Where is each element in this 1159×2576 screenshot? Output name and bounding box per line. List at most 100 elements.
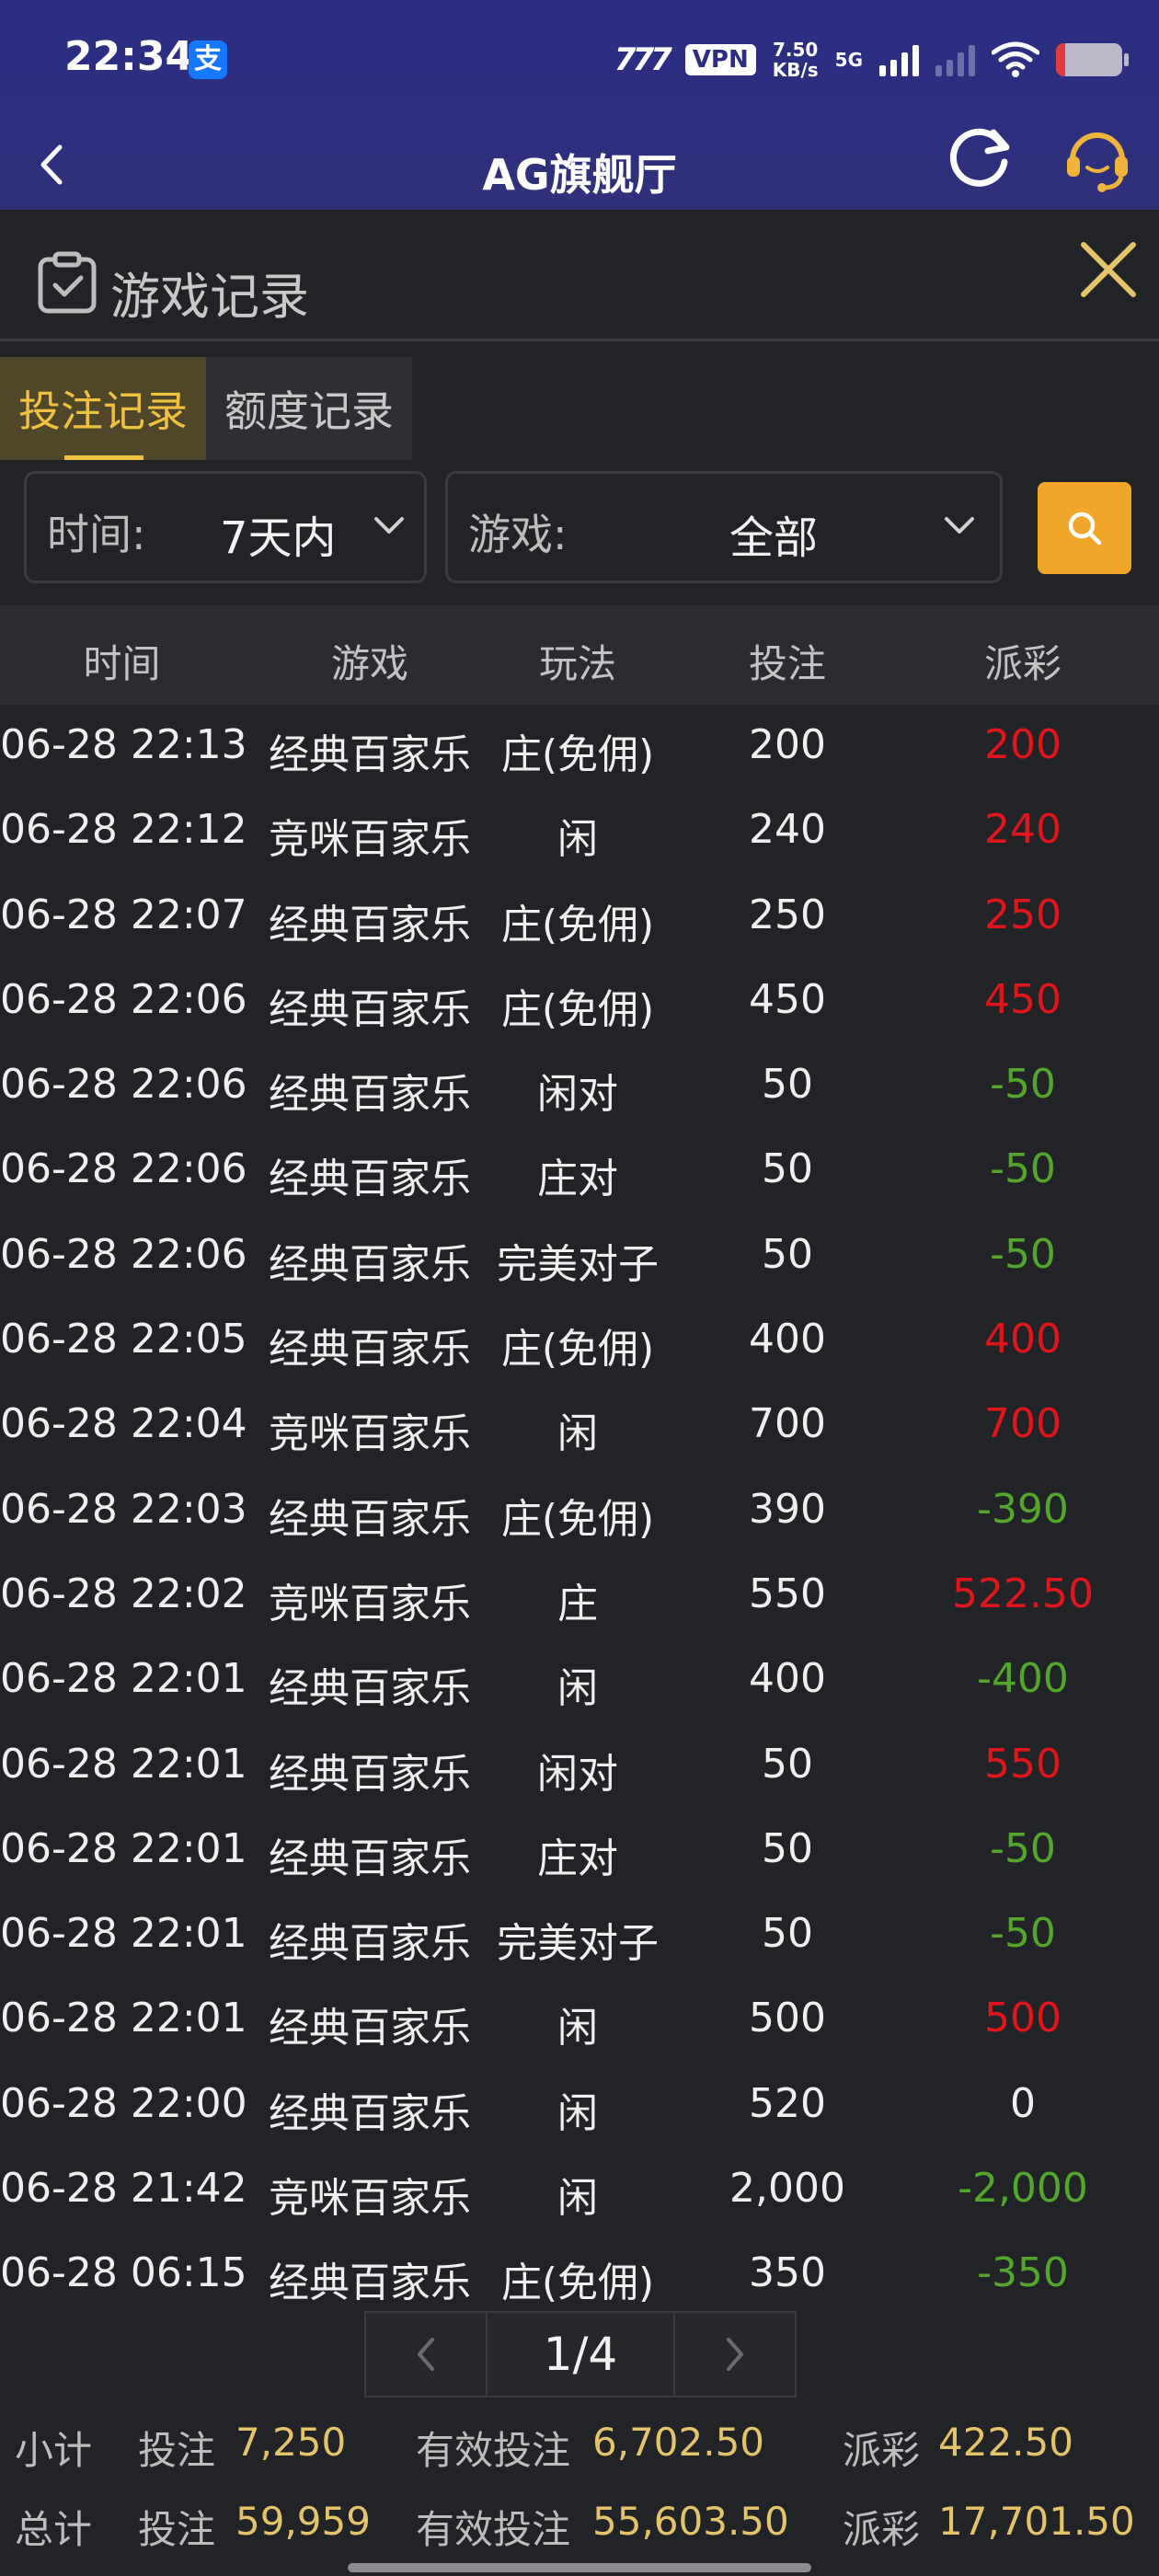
cell-bet: 400 [749, 1655, 826, 1703]
cell-payout: 500 [984, 1995, 1061, 2042]
prev-page-button[interactable] [364, 2311, 488, 2398]
game-filter-value: 全部 [729, 512, 819, 564]
cell-time: 06-28 22:00 [0, 2079, 247, 2127]
bet-records-table: 06-28 22:13 经典百家乐 庄(免佣) 200 200 06-28 22:12 竞咪… [0, 705, 1159, 2318]
record-tabs: 投注记录 额度记录 [0, 357, 412, 460]
cell-bet: 50 [762, 1230, 813, 1278]
cell-bet: 50 [762, 1910, 813, 1958]
cell-payout: -350 [977, 2249, 1069, 2297]
table-row[interactable]: 06-28 22:06 经典百家乐 闲对 50 -50 [0, 1044, 1159, 1129]
table-row[interactable]: 06-28 21:42 竞咪百家乐 闲 2,000 -2,000 [0, 2148, 1159, 2233]
subtotal-bet-value: 7,250 [235, 2420, 347, 2465]
cell-bet: 350 [749, 2249, 826, 2297]
close-icon[interactable] [1069, 230, 1148, 309]
status-time: 22:34 [64, 33, 194, 80]
table-row[interactable]: 06-28 22:05 经典百家乐 庄(免佣) 400 400 [0, 1299, 1159, 1384]
clipboard-check-icon [38, 251, 97, 314]
search-icon [1068, 512, 1102, 546]
cell-play: 庄(免佣) [500, 1326, 655, 1374]
vpn-icon: VPN [684, 44, 756, 75]
table-row[interactable]: 06-28 22:01 经典百家乐 闲 500 500 [0, 1978, 1159, 2063]
table-row[interactable]: 06-28 22:06 经典百家乐 完美对子 50 -50 [0, 1214, 1159, 1299]
time-filter-select[interactable]: 时间: 7天内 [24, 471, 427, 583]
cell-bet: 250 [749, 891, 826, 938]
network-speed-value: 7.50 [773, 39, 819, 61]
cell-play: 庄(免佣) [500, 1495, 655, 1543]
chevron-left-icon [418, 2338, 434, 2371]
cell-bet: 450 [749, 975, 826, 1023]
chevron-right-icon [727, 2338, 743, 2371]
cell-bet: 2,000 [729, 2165, 845, 2213]
cell-game: 经典百家乐 [269, 2005, 471, 2053]
table-row[interactable]: 06-28 22:01 经典百家乐 闲 400 -400 [0, 1639, 1159, 1723]
table-row[interactable]: 06-28 22:00 经典百家乐 闲 520 0 [0, 2064, 1159, 2148]
cell-game: 经典百家乐 [269, 1071, 471, 1119]
home-indicator[interactable] [348, 2563, 811, 2572]
cell-play: 闲 [557, 816, 598, 864]
cell-game: 竞咪百家乐 [269, 2175, 471, 2223]
total-bet-label: 投注 [138, 2507, 216, 2552]
table-row[interactable]: 06-28 22:06 经典百家乐 庄(免佣) 450 450 [0, 960, 1159, 1044]
refresh-icon[interactable] [942, 120, 1017, 195]
game-filter-select[interactable]: 游戏: 全部 [445, 471, 1003, 583]
cell-play: 闲 [557, 2175, 598, 2223]
table-row[interactable]: 06-28 22:03 经典百家乐 庄(免佣) 390 -390 [0, 1469, 1159, 1554]
column-header-payout: 派彩 [983, 641, 1061, 686]
cell-game: 经典百家乐 [269, 1240, 471, 1288]
signal-strength-secondary-icon [935, 43, 975, 76]
cell-bet: 390 [749, 1485, 826, 1533]
cell-bet: 240 [749, 806, 826, 854]
cell-game: 经典百家乐 [269, 2260, 471, 2307]
tab-credit-records[interactable]: 额度记录 [206, 357, 412, 460]
cell-time: 06-28 22:06 [0, 1061, 247, 1109]
search-button[interactable] [1038, 482, 1131, 574]
cell-bet: 550 [749, 1570, 826, 1617]
cell-game: 竞咪百家乐 [269, 1410, 471, 1458]
table-row[interactable]: 06-28 22:01 经典百家乐 完美对子 50 -50 [0, 1893, 1159, 1978]
cell-game: 经典百家乐 [269, 1665, 471, 1713]
table-row[interactable]: 06-28 22:13 经典百家乐 庄(免佣) 200 200 [0, 705, 1159, 789]
cell-bet: 500 [749, 1995, 826, 2042]
wifi-icon [992, 41, 1039, 77]
cell-time: 06-28 22:06 [0, 1230, 247, 1278]
table-row[interactable]: 06-28 22:12 竞咪百家乐 闲 240 240 [0, 789, 1159, 874]
cell-payout: 250 [984, 891, 1061, 938]
headset-icon[interactable] [1060, 120, 1135, 195]
cell-play: 庄 [557, 1580, 598, 1627]
cell-time: 06-28 22:01 [0, 1740, 247, 1788]
subtotal-valid-label: 有效投注 [416, 2428, 571, 2473]
cell-play: 闲 [557, 1665, 598, 1713]
game-filter-label: 游戏: [468, 510, 568, 559]
table-row[interactable]: 06-28 22:02 竞咪百家乐 庄 550 522.50 [0, 1554, 1159, 1639]
cell-game: 经典百家乐 [269, 731, 471, 778]
cell-time: 06-28 22:04 [0, 1400, 247, 1448]
table-row[interactable]: 06-28 22:04 竞咪百家乐 闲 700 700 [0, 1384, 1159, 1468]
cell-game: 竞咪百家乐 [269, 816, 471, 864]
section-title: 游戏记录 [110, 268, 309, 326]
cell-payout: 0 [1010, 2079, 1036, 2127]
table-row[interactable]: 06-28 22:01 经典百家乐 庄对 50 -50 [0, 1809, 1159, 1893]
cell-bet: 50 [762, 1824, 813, 1872]
table-row[interactable]: 06-28 22:06 经典百家乐 庄对 50 -50 [0, 1129, 1159, 1213]
cell-play: 完美对子 [497, 1240, 659, 1288]
cell-bet: 50 [762, 1740, 813, 1788]
time-filter-label: 时间: [47, 510, 146, 559]
tab-bet-records[interactable]: 投注记录 [0, 357, 206, 460]
next-page-button[interactable] [673, 2311, 797, 2398]
table-row[interactable]: 06-28 22:07 经典百家乐 庄(免佣) 250 250 [0, 875, 1159, 960]
cell-game: 经典百家乐 [269, 901, 471, 949]
cell-game: 经典百家乐 [269, 1920, 471, 1968]
cell-time: 06-28 22:01 [0, 1910, 247, 1958]
table-row[interactable]: 06-28 22:01 经典百家乐 闲对 50 550 [0, 1724, 1159, 1809]
total-label: 总计 [15, 2507, 93, 2552]
pagination: 1/4 [364, 2311, 797, 2398]
table-row[interactable]: 06-28 06:15 经典百家乐 庄(免佣) 350 -350 [0, 2233, 1159, 2317]
cell-game: 经典百家乐 [269, 1834, 471, 1882]
carrier-icon: 777 [614, 41, 672, 78]
chevron-left-icon [40, 144, 63, 185]
subtotal-bet-label: 投注 [138, 2428, 216, 2473]
total-valid-value: 55,603.50 [592, 2499, 789, 2544]
cell-payout: 240 [984, 806, 1061, 854]
back-button[interactable] [20, 132, 85, 197]
cell-play: 庄(免佣) [500, 985, 655, 1033]
